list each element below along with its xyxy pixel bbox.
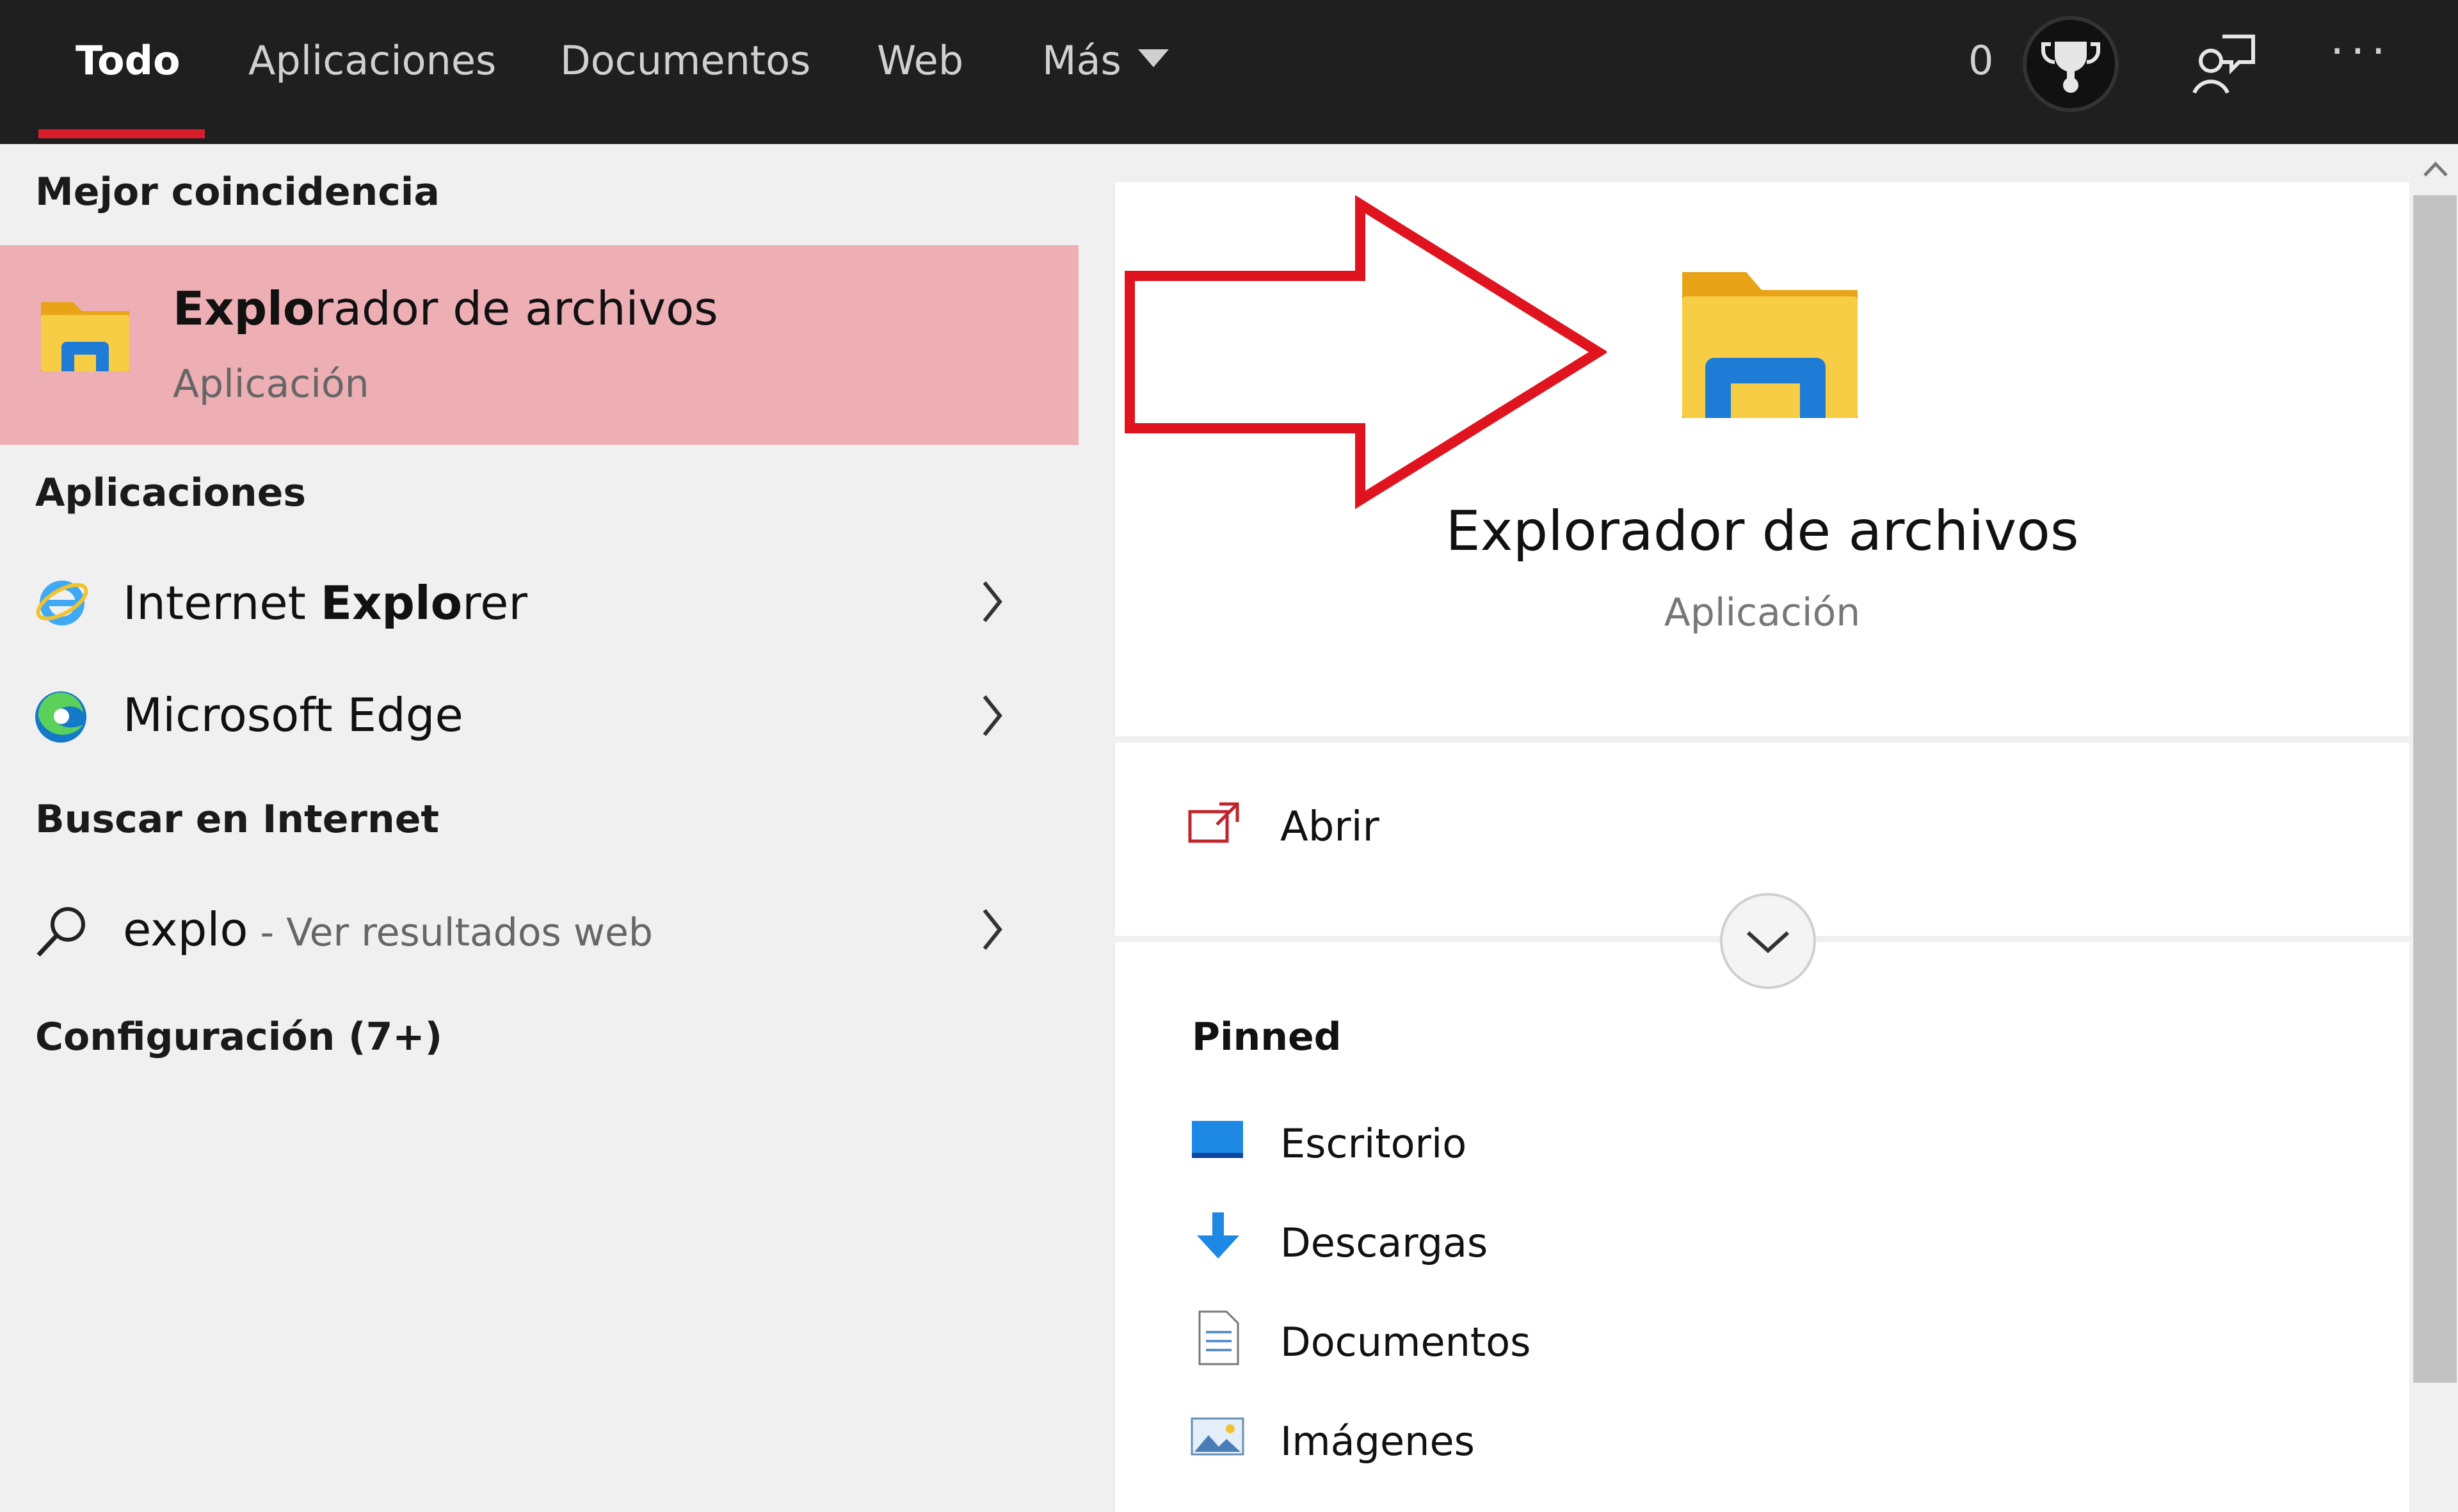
pinned-label-escritorio: Escritorio bbox=[1280, 1120, 1467, 1167]
pictures-icon bbox=[1191, 1417, 1244, 1456]
internet-explorer-icon bbox=[33, 573, 91, 631]
annotation-arrow bbox=[1125, 195, 1607, 509]
web-result-label: explo - Ver resultados web bbox=[123, 903, 653, 956]
search-icon bbox=[36, 907, 85, 957]
tab-web[interactable]: Web bbox=[877, 0, 963, 144]
tab-aplicaciones[interactable]: Aplicaciones bbox=[248, 0, 496, 144]
caret-down-icon bbox=[1137, 49, 1169, 67]
best-match-subtitle: Aplicación bbox=[173, 362, 369, 406]
web-search-heading: Buscar en Internet bbox=[35, 797, 440, 842]
feedback-icon[interactable] bbox=[2189, 29, 2260, 99]
chevron-right-icon[interactable] bbox=[979, 690, 1005, 741]
tab-mas-label: Más bbox=[1042, 37, 1121, 84]
pinned-label-imagenes: Imágenes bbox=[1280, 1418, 1475, 1465]
tab-todo[interactable]: Todo bbox=[76, 0, 181, 144]
documents-icon bbox=[1198, 1310, 1239, 1365]
pinned-label-documentos: Documentos bbox=[1280, 1319, 1531, 1365]
trophy-icon[interactable] bbox=[2023, 16, 2119, 112]
search-filter-bar: Todo Aplicaciones Documentos Web Más 0 ·… bbox=[0, 0, 2458, 144]
tab-mas[interactable]: Más bbox=[1042, 0, 1169, 144]
tab-documentos[interactable]: Documentos bbox=[560, 0, 810, 144]
desktop-icon bbox=[1192, 1121, 1243, 1158]
scroll-up-icon[interactable] bbox=[2420, 154, 2452, 186]
chevron-right-icon[interactable] bbox=[979, 904, 1005, 955]
preview-title: Explorador de archivos bbox=[1445, 499, 2079, 563]
best-match-title: Explorador de archivos bbox=[173, 282, 718, 335]
chevron-right-icon[interactable] bbox=[979, 576, 1005, 627]
chevron-down-icon bbox=[1746, 931, 1790, 954]
preview-subtitle: Aplicación bbox=[1664, 590, 1861, 635]
more-options-icon[interactable]: ··· bbox=[2330, 0, 2392, 122]
file-explorer-icon bbox=[37, 288, 133, 384]
pinned-label-descargas: Descargas bbox=[1280, 1219, 1488, 1266]
rewards-points: 0 bbox=[1968, 37, 1994, 84]
app-label-microsoft-edge: Microsoft Edge bbox=[123, 688, 463, 742]
app-label-internet-explorer: Internet Explorer bbox=[123, 576, 528, 630]
scrollbar-thumb[interactable] bbox=[2413, 195, 2457, 1383]
open-label: Abrir bbox=[1280, 803, 1379, 851]
file-explorer-large-icon bbox=[1677, 266, 1863, 426]
apps-heading: Aplicaciones bbox=[35, 470, 307, 515]
settings-heading[interactable]: Configuración (7+) bbox=[35, 1015, 442, 1059]
downloads-icon bbox=[1197, 1212, 1239, 1259]
best-match-item[interactable] bbox=[0, 245, 1079, 445]
active-tab-indicator bbox=[38, 129, 205, 138]
microsoft-edge-icon bbox=[32, 688, 90, 746]
open-icon bbox=[1188, 802, 1239, 843]
pinned-heading: Pinned bbox=[1192, 1015, 1342, 1059]
best-match-heading: Mejor coincidencia bbox=[35, 170, 440, 214]
expand-button[interactable] bbox=[1720, 893, 1816, 989]
